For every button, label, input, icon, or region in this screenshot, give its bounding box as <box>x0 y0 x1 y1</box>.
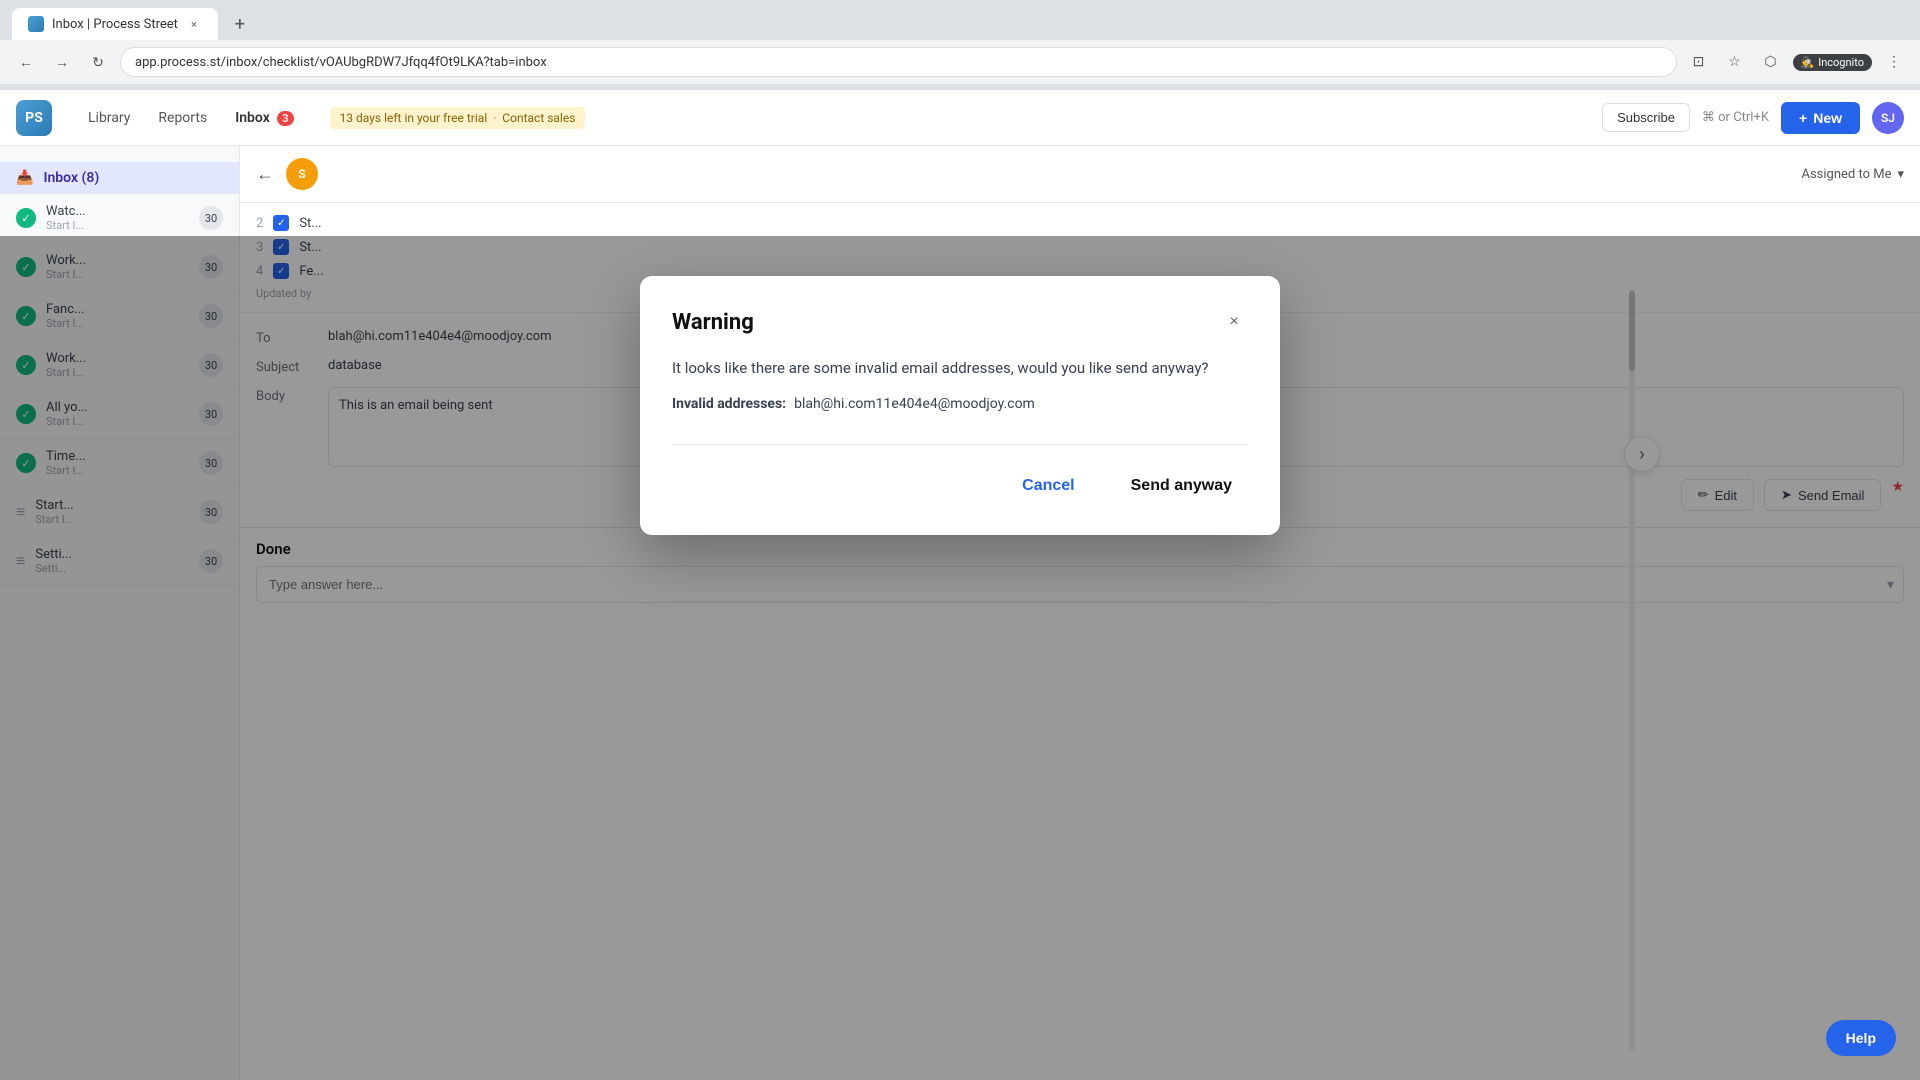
browser-tab[interactable]: Inbox | Process Street × <box>12 8 218 40</box>
trial-banner: 13 days left in your free trial · Contac… <box>330 107 586 129</box>
app-logo: PS <box>16 100 52 136</box>
topbar-nav: Library Reports Inbox 3 <box>76 104 306 132</box>
modal-header: Warning × <box>672 308 1248 336</box>
url-text: app.process.st/inbox/checklist/vOAUbgRDW… <box>135 55 547 70</box>
task-badge: 30 <box>199 206 223 230</box>
send-anyway-button[interactable]: Send anyway <box>1115 469 1248 503</box>
subscribe-button[interactable]: Subscribe <box>1602 103 1690 132</box>
assigned-filter[interactable]: Assigned to Me ▾ <box>1801 167 1904 182</box>
cast-icon: ⊡ <box>1685 48 1713 76</box>
inbox-icon: 📥 <box>16 170 33 186</box>
incognito-icon: 🕵 <box>1801 56 1815 69</box>
content-header: ← S Assigned to Me ▾ <box>240 146 1920 203</box>
cancel-button[interactable]: Cancel <box>1006 469 1090 503</box>
invalid-label: Invalid addresses: <box>672 396 786 412</box>
incognito-label: Incognito <box>1818 56 1864 69</box>
invalid-addresses-row: Invalid addresses: blah@hi.com11e404e4@m… <box>672 396 1248 412</box>
tab-close-button[interactable]: × <box>186 16 202 32</box>
modal-overlay: Warning × It looks like there are some i… <box>0 236 1920 1080</box>
task-name: Watc... <box>46 204 189 219</box>
nav-reports[interactable]: Reports <box>146 104 219 132</box>
plus-icon: + <box>1799 110 1807 126</box>
modal-footer: Cancel Send anyway <box>672 469 1248 503</box>
address-bar[interactable]: app.process.st/inbox/checklist/vOAUbgRDW… <box>120 47 1677 77</box>
task-check-done: ✓ <box>16 208 36 228</box>
invalid-email: blah@hi.com11e404e4@moodjoy.com <box>794 396 1035 412</box>
topbar-right: Subscribe ⌘ or Ctrl+K + New SJ <box>1602 102 1904 134</box>
warning-modal: Warning × It looks like there are some i… <box>640 276 1280 535</box>
avatar[interactable]: SJ <box>1872 102 1904 134</box>
step-row-2: 2 ✓ St... <box>256 215 1904 231</box>
chevron-down-icon: ▾ <box>1897 167 1904 182</box>
tab-favicon <box>28 16 44 32</box>
back-button[interactable]: ← <box>12 48 40 76</box>
menu-icon[interactable]: ⋮ <box>1880 48 1908 76</box>
incognito-badge: 🕵 Incognito <box>1793 54 1873 71</box>
forward-button[interactable]: → <box>48 48 76 76</box>
extensions-icon[interactable]: ⬡ <box>1757 48 1785 76</box>
sidebar-inbox-label: Inbox (8) <box>43 170 99 186</box>
search-shortcut: ⌘ or Ctrl+K <box>1702 110 1769 125</box>
new-button[interactable]: + New <box>1781 102 1860 134</box>
nav-inbox[interactable]: Inbox 3 <box>223 104 305 132</box>
modal-title: Warning <box>672 310 754 335</box>
inbox-count-badge: 3 <box>277 111 293 126</box>
bookmark-icon[interactable]: ☆ <box>1721 48 1749 76</box>
app-topbar: PS Library Reports Inbox 3 13 days left … <box>0 90 1920 146</box>
tab-title: Inbox | Process Street <box>52 17 178 32</box>
task-sub: Start I... <box>46 219 189 232</box>
step-checkbox-2[interactable]: ✓ <box>273 215 289 231</box>
nav-library[interactable]: Library <box>76 104 142 132</box>
modal-body-text: It looks like there are some invalid ema… <box>672 356 1248 380</box>
reload-button[interactable]: ↻ <box>84 48 112 76</box>
checklist-avatar: S <box>286 158 318 190</box>
modal-divider <box>672 444 1248 445</box>
help-button[interactable]: Help <box>1826 1020 1896 1056</box>
sidebar-inbox[interactable]: 📥 Inbox (8) <box>0 162 239 194</box>
new-tab-button[interactable]: + <box>226 10 254 38</box>
modal-close-button[interactable]: × <box>1220 308 1248 336</box>
back-button[interactable]: ← <box>256 164 274 185</box>
